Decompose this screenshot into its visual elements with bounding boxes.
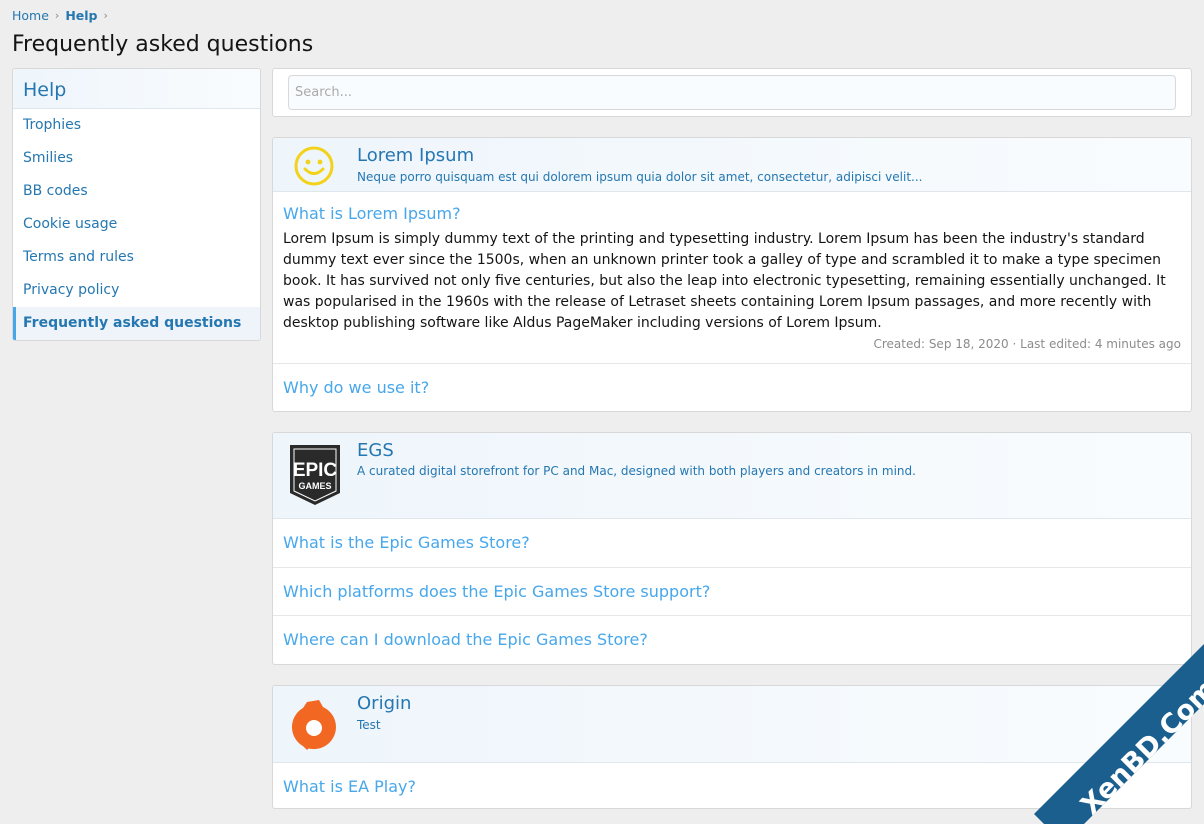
epic-games-logo: EPIC GAMES — [290, 445, 340, 505]
faq-section-origin: Origin Test What is EA Play? — [272, 685, 1192, 809]
section-header: EPIC GAMES EGS A curated digital storefr… — [273, 433, 1191, 519]
section-title[interactable]: EGS — [357, 440, 394, 461]
origin-logo — [291, 700, 336, 750]
section-header: Origin Test — [273, 686, 1191, 763]
section-title[interactable]: Origin — [357, 693, 411, 714]
faq-section-lorem-ipsum: Lorem Ipsum Neque porro quisquam est qui… — [272, 137, 1192, 412]
section-description: Test — [357, 718, 381, 732]
sidebar-item-faq[interactable]: Frequently asked questions — [13, 307, 260, 340]
sidebar-title: Help — [13, 69, 260, 109]
breadcrumb-home-link[interactable]: Home — [12, 8, 49, 23]
sidebar-item-bb-codes[interactable]: BB codes — [13, 175, 260, 208]
faq-question[interactable]: Where can I download the Epic Games Stor… — [273, 615, 1191, 663]
smiley-icon — [294, 146, 334, 186]
search-input[interactable] — [288, 75, 1176, 110]
breadcrumb-chevron-icon: › — [103, 9, 108, 22]
section-title[interactable]: Lorem Ipsum — [357, 145, 474, 166]
sidebar-item-cookie-usage[interactable]: Cookie usage — [13, 208, 260, 241]
help-sidebar: Help Trophies Smilies BB codes Cookie us… — [12, 68, 261, 341]
sidebar-item-trophies[interactable]: Trophies — [13, 109, 260, 142]
faq-question[interactable]: Which platforms does the Epic Games Stor… — [273, 567, 1191, 615]
breadcrumb-help-link[interactable]: Help — [65, 8, 97, 23]
sidebar-item-terms-and-rules[interactable]: Terms and rules — [13, 241, 260, 274]
breadcrumb-chevron-icon: › — [54, 9, 60, 22]
logo-text-epic: EPIC — [293, 460, 338, 481]
faq-question-title[interactable]: What is Lorem Ipsum? — [283, 204, 1181, 223]
faq-question[interactable]: Why do we use it? — [273, 364, 1191, 411]
sidebar-item-smilies[interactable]: Smilies — [13, 142, 260, 175]
faq-answer-text: Lorem Ipsum is simply dummy text of the … — [283, 231, 1166, 331]
faq-question[interactable]: What is EA Play? — [273, 763, 1191, 808]
main-content: Lorem Ipsum Neque porro quisquam est qui… — [272, 68, 1192, 809]
section-description: Neque porro quisquam est qui dolorem ips… — [357, 170, 923, 184]
faq-question[interactable]: What is the Epic Games Store? — [273, 519, 1191, 567]
faq-answer-meta: Created: Sep 18, 2020 · Last edited: 4 m… — [873, 337, 1181, 351]
search-block — [272, 68, 1192, 117]
sidebar-item-privacy-policy[interactable]: Privacy policy — [13, 274, 260, 307]
section-description: A curated digital storefront for PC and … — [357, 464, 916, 478]
faq-question-expanded: What is Lorem Ipsum? Lorem Ipsum is simp… — [273, 192, 1191, 364]
page-title: Frequently asked questions — [12, 32, 314, 57]
logo-text-games: GAMES — [298, 481, 331, 491]
breadcrumb: Home › Help › — [12, 8, 108, 23]
faq-section-egs: EPIC GAMES EGS A curated digital storefr… — [272, 432, 1192, 665]
section-header: Lorem Ipsum Neque porro quisquam est qui… — [273, 138, 1191, 192]
